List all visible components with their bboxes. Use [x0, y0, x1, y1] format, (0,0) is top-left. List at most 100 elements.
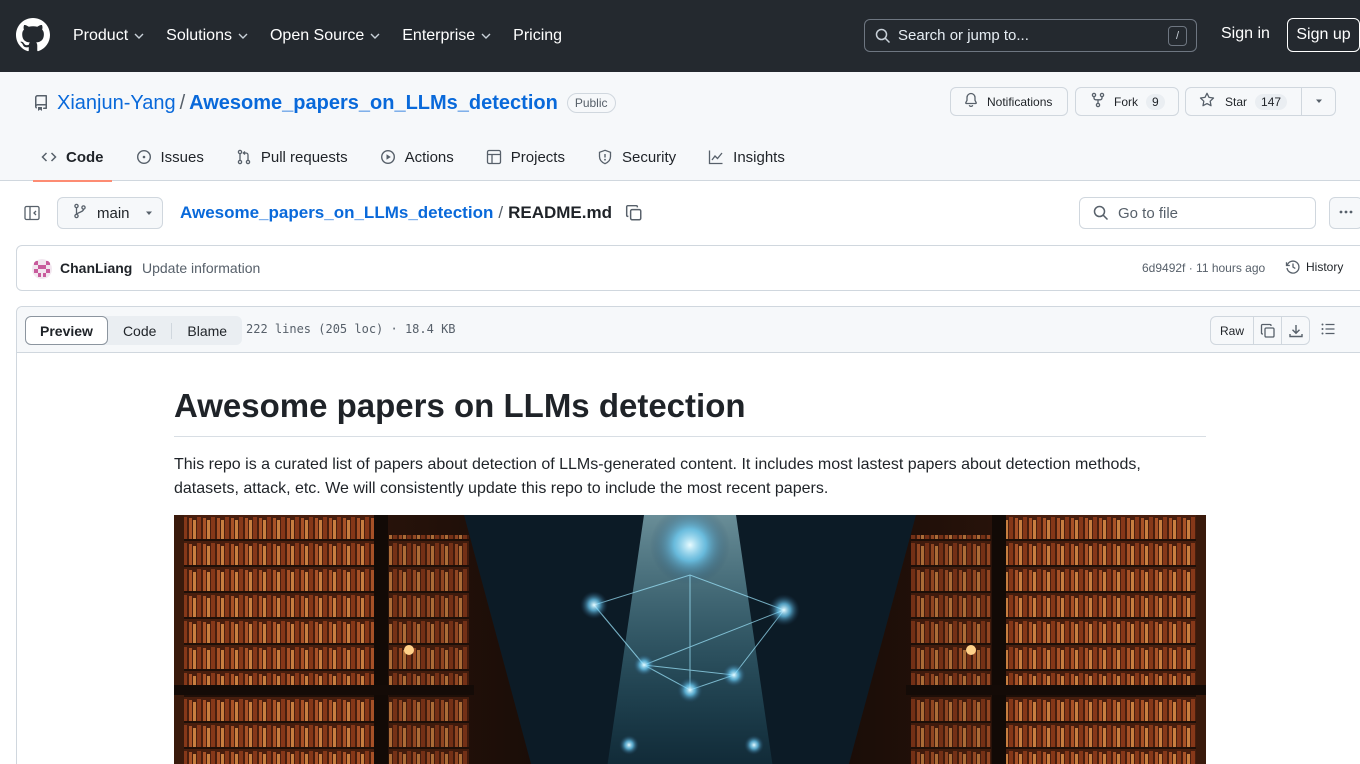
file-actions-group: Raw: [1210, 316, 1310, 345]
sign-up-button[interactable]: Sign up: [1287, 18, 1360, 52]
tab-pull-requests[interactable]: Pull requests: [228, 133, 356, 181]
tab-label: Code: [66, 148, 104, 166]
nav-label: Solutions: [166, 27, 232, 44]
play-icon: [380, 149, 396, 165]
repo-tabs: Code Issues Pull requests Actions Projec…: [33, 133, 809, 182]
search-placeholder: Search or jump to...: [898, 27, 1029, 44]
search-shortcut-key: /: [1168, 26, 1187, 46]
kebab-horizontal-icon: [1338, 204, 1354, 223]
preview-mode-button[interactable]: Preview: [25, 316, 108, 345]
notifications-label: Notifications: [987, 94, 1053, 109]
graph-icon: [708, 149, 724, 165]
code-mode-button[interactable]: Code: [108, 316, 171, 345]
branch-selector[interactable]: main: [57, 197, 163, 229]
copy-path-icon[interactable]: [625, 204, 643, 222]
history-icon: [1285, 259, 1301, 275]
star-button[interactable]: Star 147: [1185, 87, 1302, 116]
avatar[interactable]: [32, 259, 52, 279]
chevron-down-icon: [370, 31, 380, 41]
nav-open-source[interactable]: Open Source: [270, 27, 380, 45]
commit-author[interactable]: ChanLiang: [60, 260, 132, 276]
view-mode-switcher: Preview Code Blame: [25, 316, 243, 345]
tab-issues[interactable]: Issues: [128, 133, 212, 181]
nav-label: Pricing: [513, 27, 563, 44]
star-list-dropdown[interactable]: [1301, 87, 1336, 116]
file-navigation-bar: main Awesome_papers_on_LLMs_detection / …: [0, 181, 1360, 244]
star-label: Star: [1225, 94, 1248, 109]
download-icon[interactable]: [1281, 317, 1309, 344]
branch-name: main: [97, 204, 130, 222]
nav-solutions[interactable]: Solutions: [166, 27, 248, 45]
fork-button[interactable]: Fork 9: [1075, 87, 1179, 116]
file-viewer: Preview Code Blame 222 lines (205 loc) ·…: [16, 306, 1360, 764]
more-options-button[interactable]: [1329, 197, 1360, 229]
file-info: 222 lines (205 loc) · 18.4 KB: [246, 322, 456, 336]
latest-commit-bar: ChanLiang Update information 6d9492f · 1…: [16, 245, 1360, 291]
chevron-down-icon: [134, 31, 144, 41]
file-viewer-header: Preview Code Blame 222 lines (205 loc) ·…: [17, 307, 1360, 353]
raw-button[interactable]: Raw: [1211, 317, 1253, 344]
tab-security[interactable]: Security: [589, 133, 684, 181]
star-icon: [1199, 92, 1215, 111]
tab-insights[interactable]: Insights: [700, 133, 793, 181]
global-header: Product Solutions Open Source Enterprise…: [0, 0, 1360, 72]
git-branch-icon: [72, 203, 88, 223]
nav-enterprise[interactable]: Enterprise: [402, 27, 491, 45]
tab-label: Security: [621, 148, 677, 166]
go-to-file-input[interactable]: Go to file: [1079, 197, 1316, 229]
tab-label: Projects: [510, 148, 565, 166]
nav-pricing[interactable]: Pricing: [513, 27, 562, 45]
triangle-down-icon: [144, 205, 154, 222]
tab-projects[interactable]: Projects: [478, 133, 573, 181]
tab-label: Actions: [404, 148, 454, 166]
nav-label: Enterprise: [402, 27, 476, 44]
code-icon: [41, 149, 57, 165]
global-nav: Product Solutions Open Source Enterprise…: [73, 0, 584, 72]
star-count: 147: [1255, 93, 1288, 110]
notifications-button[interactable]: Notifications: [950, 87, 1068, 116]
history-button[interactable]: History: [1285, 259, 1343, 275]
readme-intro: This repo is a curated list of papers ab…: [174, 456, 1141, 497]
copy-raw-icon[interactable]: [1253, 317, 1281, 344]
sign-in-link[interactable]: Sign in: [1221, 25, 1270, 43]
tab-actions[interactable]: Actions: [372, 133, 462, 181]
global-search-input[interactable]: Search or jump to... /: [864, 19, 1197, 52]
repo-title-separator: /: [179, 91, 186, 114]
breadcrumb-repo-link[interactable]: Awesome_papers_on_LLMs_detection: [180, 203, 493, 223]
search-icon: [875, 28, 891, 47]
fork-count: 9: [1146, 93, 1165, 110]
breadcrumb: Awesome_papers_on_LLMs_detection / READM…: [180, 203, 643, 223]
sidebar-toggle-icon[interactable]: [24, 205, 40, 224]
chevron-down-icon: [481, 31, 491, 41]
go-to-file-placeholder: Go to file: [1118, 204, 1179, 222]
issue-icon: [136, 149, 152, 165]
nav-label: Product: [73, 27, 129, 44]
triangle-down-icon: [1314, 95, 1324, 109]
readme-title: Awesome papers on LLMs detection: [174, 353, 1206, 437]
shield-icon: [597, 149, 613, 165]
search-icon: [1093, 205, 1109, 221]
chevron-down-icon: [238, 31, 248, 41]
nav-product[interactable]: Product: [73, 27, 144, 45]
nav-label: Open Source: [269, 27, 365, 44]
fork-label: Fork: [1114, 94, 1138, 109]
tab-label: Issues: [160, 148, 204, 166]
tab-label: Pull requests: [260, 148, 348, 166]
repo-name-link[interactable]: Awesome_papers_on_LLMs_detection: [189, 92, 558, 115]
history-label: History: [1306, 260, 1344, 274]
table-icon: [486, 149, 502, 165]
repo-title: Xianjun-Yang / Awesome_papers_on_LLMs_de…: [33, 90, 616, 116]
tab-label: Insights: [733, 148, 785, 166]
repo-header: Xianjun-Yang / Awesome_papers_on_LLMs_de…: [0, 72, 1360, 182]
blame-mode-button[interactable]: Blame: [172, 316, 242, 345]
commit-meta[interactable]: 6d9492f · 11 hours ago: [1142, 261, 1265, 275]
github-logo-icon[interactable]: [16, 18, 50, 52]
breadcrumb-separator: /: [498, 203, 504, 222]
repo-icon: [33, 95, 49, 111]
readme-hero-image: [174, 515, 1206, 764]
tab-code[interactable]: Code: [33, 133, 112, 182]
repo-owner-link[interactable]: Xianjun-Yang: [57, 92, 176, 115]
outline-list-icon[interactable]: [1320, 321, 1336, 340]
commit-message[interactable]: Update information: [142, 260, 260, 276]
visibility-badge: Public: [566, 93, 616, 113]
